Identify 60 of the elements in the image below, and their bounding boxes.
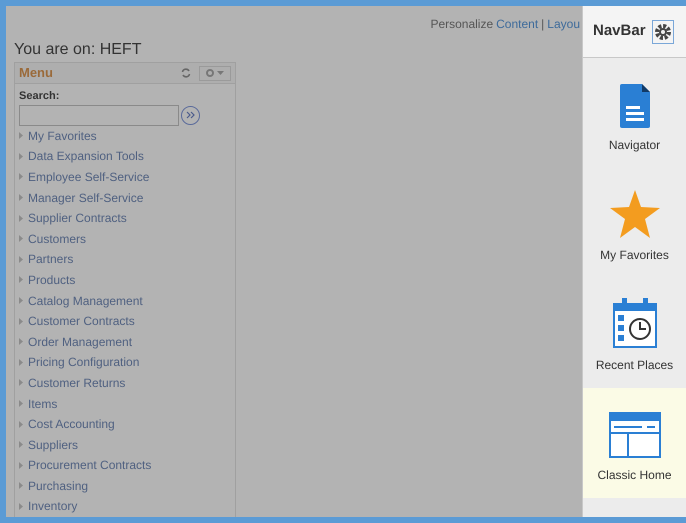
window-icon bbox=[608, 412, 660, 458]
settings-icon bbox=[654, 22, 672, 40]
navbar-tile[interactable]: Classic Home bbox=[583, 388, 686, 498]
menu-item[interactable]: Employee Self-Service bbox=[28, 168, 150, 186]
menu-item[interactable]: Customer Returns bbox=[28, 374, 126, 392]
menu-item[interactable]: My Favorites bbox=[28, 126, 97, 145]
menu-item[interactable]: Inventory bbox=[28, 497, 78, 516]
expand-arrow-icon[interactable] bbox=[19, 420, 23, 428]
expand-arrow-icon[interactable] bbox=[19, 152, 23, 160]
menu-item[interactable]: Customer Contracts bbox=[28, 312, 135, 330]
expand-arrow-icon[interactable] bbox=[19, 400, 23, 408]
header-text: | bbox=[541, 16, 544, 33]
search-label: Search: bbox=[19, 89, 60, 104]
expand-arrow-icon[interactable] bbox=[19, 441, 23, 448]
menu-item[interactable]: Items bbox=[28, 394, 58, 413]
refresh-icon[interactable] bbox=[181, 68, 191, 78]
menu-item[interactable]: Partners bbox=[28, 250, 74, 268]
expand-arrow-icon[interactable] bbox=[19, 256, 23, 263]
menu-item[interactable]: Order Management bbox=[28, 332, 132, 351]
expand-arrow-icon[interactable] bbox=[19, 379, 23, 386]
gear-icon bbox=[206, 69, 214, 77]
star-icon bbox=[610, 190, 660, 238]
expand-arrow-icon[interactable] bbox=[19, 276, 23, 284]
expand-arrow-icon[interactable] bbox=[19, 338, 23, 346]
document-icon bbox=[620, 84, 650, 128]
expand-arrow-icon[interactable] bbox=[19, 235, 23, 242]
menu-item[interactable]: Products bbox=[28, 270, 76, 289]
header-link[interactable]: Content bbox=[496, 15, 538, 33]
caret-icon bbox=[217, 71, 224, 75]
menu-title: Menu bbox=[19, 64, 53, 82]
header-link[interactable]: Layou bbox=[547, 15, 580, 33]
double-chevron-icon bbox=[186, 111, 195, 119]
expand-arrow-icon[interactable] bbox=[19, 132, 23, 140]
search-go-button[interactable] bbox=[181, 106, 200, 124]
menu-item[interactable]: Procurement Contracts bbox=[28, 456, 152, 474]
expand-arrow-icon[interactable] bbox=[19, 358, 23, 366]
menu-item[interactable]: Customers bbox=[28, 230, 86, 248]
expand-arrow-icon[interactable] bbox=[19, 194, 23, 202]
header-text: Personalize bbox=[430, 16, 494, 33]
expand-arrow-icon[interactable] bbox=[19, 502, 23, 510]
expand-arrow-icon[interactable] bbox=[19, 482, 23, 490]
menu-item[interactable]: Catalog Management bbox=[28, 292, 143, 310]
menu-item[interactable]: Data Expansion Tools bbox=[28, 147, 144, 166]
settings-button[interactable] bbox=[652, 20, 674, 44]
expand-arrow-icon[interactable] bbox=[19, 173, 23, 180]
expand-arrow-icon[interactable] bbox=[19, 318, 23, 325]
expand-arrow-icon[interactable] bbox=[19, 297, 23, 304]
menu-item[interactable]: Pricing Configuration bbox=[28, 353, 140, 372]
search-field[interactable] bbox=[19, 104, 179, 126]
expand-arrow-icon[interactable] bbox=[19, 462, 23, 469]
calendar-clock-icon bbox=[612, 298, 656, 348]
menu-item[interactable]: Cost Accounting bbox=[28, 415, 115, 434]
expand-arrow-icon[interactable] bbox=[19, 214, 23, 222]
menu-item[interactable]: Supplier Contracts bbox=[28, 209, 127, 228]
navbar-title: NavBar bbox=[593, 21, 646, 42]
menu-item[interactable]: Suppliers bbox=[28, 436, 78, 454]
menu-item[interactable]: Manager Self-Service bbox=[28, 188, 144, 207]
location-text: You are on: HEFT bbox=[14, 40, 142, 60]
menu-item[interactable]: Purchasing bbox=[28, 476, 88, 495]
settings-dropdown[interactable] bbox=[199, 66, 231, 80]
